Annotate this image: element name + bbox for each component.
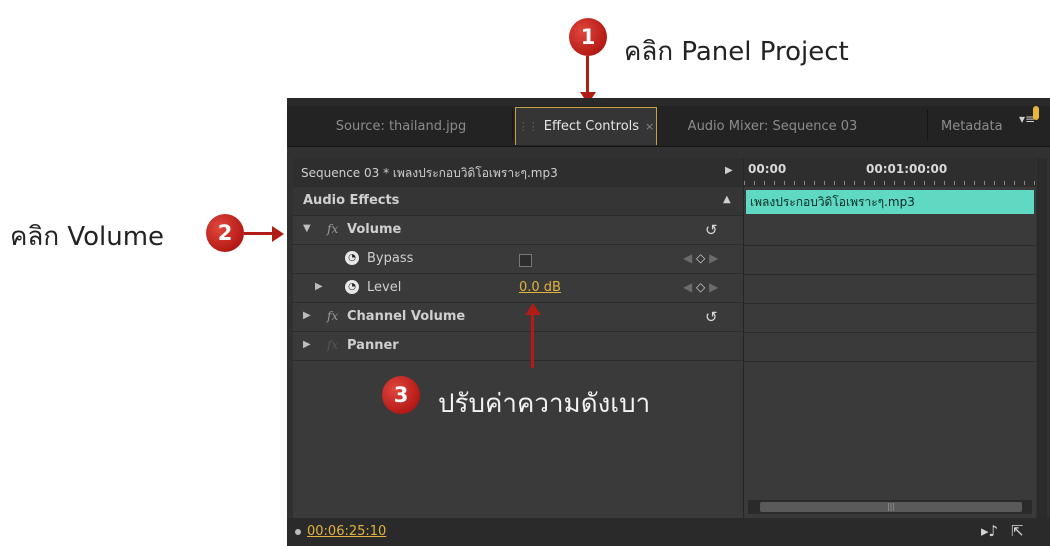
tab-source-label: Source: thailand.jpg (335, 118, 467, 134)
reset-icon[interactable]: ↺ (705, 308, 718, 326)
effect-name-volume: Volume (347, 222, 402, 237)
scrollbar-thumb[interactable]: ||| (760, 502, 1022, 512)
step3-badge: 3 (382, 376, 420, 414)
keyframe-nav[interactable]: ◀ ◇ ▶ (683, 251, 718, 265)
tab-source[interactable]: Source: thailand.jpg (293, 107, 509, 145)
fx-icon: fx (327, 222, 339, 236)
step3-text: ปรับค่าความดังเบา (438, 389, 651, 419)
keyframe-diamond-icon[interactable]: ◇ (696, 251, 705, 265)
step1-badge: 1 (569, 18, 607, 56)
timeline-horizontal-scrollbar[interactable]: ||| (748, 500, 1032, 514)
level-value[interactable]: 0.0 dB (519, 280, 561, 295)
time-ruler[interactable]: 00:00 00:01:00:00 (744, 158, 1036, 187)
playhead-handle[interactable] (1033, 106, 1039, 120)
effect-name-panner: Panner (347, 338, 399, 353)
tab-audio-mixer[interactable]: Audio Mixer: Sequence 03 (665, 107, 880, 145)
stopwatch-icon[interactable]: ◔ (345, 251, 359, 265)
step3-arrow-line (531, 314, 534, 368)
effect-controls-panel: Source: thailand.jpg ⋮⋮ Effect Controls … (287, 98, 1050, 546)
fx-icon: fx (327, 338, 339, 352)
tab-separator (512, 110, 513, 140)
timecode-indicator-icon (295, 529, 301, 535)
effect-timeline: 00:00 00:01:00:00 เพลงประกอบวิดิโอเพราะๆ… (743, 158, 1036, 518)
step1-text: คลิก Panel Project (624, 37, 849, 67)
expand-triangle-icon[interactable]: ▶ (315, 281, 323, 292)
timeline-row-divider (744, 332, 1036, 333)
tab-separator (927, 110, 928, 140)
effect-name-channel-volume: Channel Volume (347, 309, 466, 324)
panel-tab-bar: Source: thailand.jpg ⋮⋮ Effect Controls … (287, 98, 1050, 147)
audio-effects-label: Audio Effects (303, 193, 400, 208)
timeline-row-divider (744, 361, 1036, 362)
step1-arrow-line (586, 56, 589, 94)
panel-top-strip (287, 98, 1050, 106)
ruler-ticks (744, 181, 1036, 185)
play-audio-icon[interactable]: ▸♪ (981, 522, 998, 540)
collapse-caret-icon[interactable]: ▲ (723, 194, 731, 205)
panel-vertical-scrollbar[interactable] (1037, 158, 1047, 518)
export-icon[interactable]: ⇱ (1011, 522, 1024, 540)
time-mid: 00:01:00:00 (866, 162, 948, 176)
expand-triangle-icon[interactable]: ▶ (303, 310, 311, 321)
param-label-level: Level (367, 280, 402, 295)
audio-clip[interactable]: เพลงประกอบวิดิโอเพราะๆ.mp3 (746, 190, 1034, 214)
effect-row-panner[interactable]: ▶ fx Panner (293, 332, 743, 361)
step2-arrow-line (244, 232, 274, 235)
tab-effect-controls-label: Effect Controls (543, 119, 640, 134)
close-icon[interactable]: × (645, 120, 654, 133)
expand-triangle-icon[interactable]: ▼ (303, 223, 311, 234)
effect-row-volume[interactable]: ▼ fx Volume ↺ (293, 216, 743, 245)
effect-controls-list: Sequence 03 * เพลงประกอบวิดิโอเพราะๆ.mp3… (293, 158, 743, 518)
keyframe-diamond-icon[interactable]: ◇ (696, 280, 705, 294)
reset-icon[interactable]: ↺ (705, 221, 718, 239)
step2-text: คลิก Volume (10, 222, 165, 252)
step2-badge: 2 (206, 214, 244, 252)
tab-metadata[interactable]: Metadata (931, 107, 1015, 145)
panel-status-bar: 00:06:25:10 ▸♪ ⇱ (287, 518, 1050, 546)
keyframe-nav[interactable]: ◀ ◇ ▶ (683, 280, 718, 294)
tab-audio-mixer-label: Audio Mixer: Sequence 03 (687, 118, 858, 134)
sequence-label: Sequence 03 * เพลงประกอบวิดิโอเพราะๆ.mp3 (301, 166, 558, 180)
audio-effects-header: Audio Effects ▲ (293, 187, 743, 216)
step2-arrow-head (272, 226, 284, 242)
param-label-bypass: Bypass (367, 251, 414, 266)
timeline-row-divider (744, 303, 1036, 304)
sequence-row: Sequence 03 * เพลงประกอบวิดิโอเพราะๆ.mp3… (293, 158, 743, 187)
timeline-row-divider (744, 274, 1036, 275)
show-timeline-arrow-icon[interactable]: ▶ (725, 165, 733, 176)
current-timecode[interactable]: 00:06:25:10 (307, 524, 386, 539)
step2-number: 2 (217, 221, 233, 245)
tab-effect-controls[interactable]: ⋮⋮ Effect Controls × (515, 107, 657, 145)
step1-number: 1 (580, 25, 596, 49)
time-start: 00:00 (748, 162, 787, 176)
tab-metadata-label: Metadata (941, 118, 1003, 134)
grip-icon: ⋮⋮ (517, 120, 539, 133)
param-row-level: ▶ ◔ Level 0.0 dB ◀ ◇ ▶ (293, 274, 743, 303)
stopwatch-icon[interactable]: ◔ (345, 280, 359, 294)
effect-row-channel-volume[interactable]: ▶ fx Channel Volume ↺ (293, 303, 743, 332)
param-row-bypass: ◔ Bypass ◀ ◇ ▶ (293, 245, 743, 274)
timeline-row-divider (744, 245, 1036, 246)
fx-icon: fx (327, 309, 339, 323)
expand-triangle-icon[interactable]: ▶ (303, 339, 311, 350)
bypass-checkbox[interactable] (519, 254, 532, 267)
step3-number: 3 (393, 383, 409, 407)
